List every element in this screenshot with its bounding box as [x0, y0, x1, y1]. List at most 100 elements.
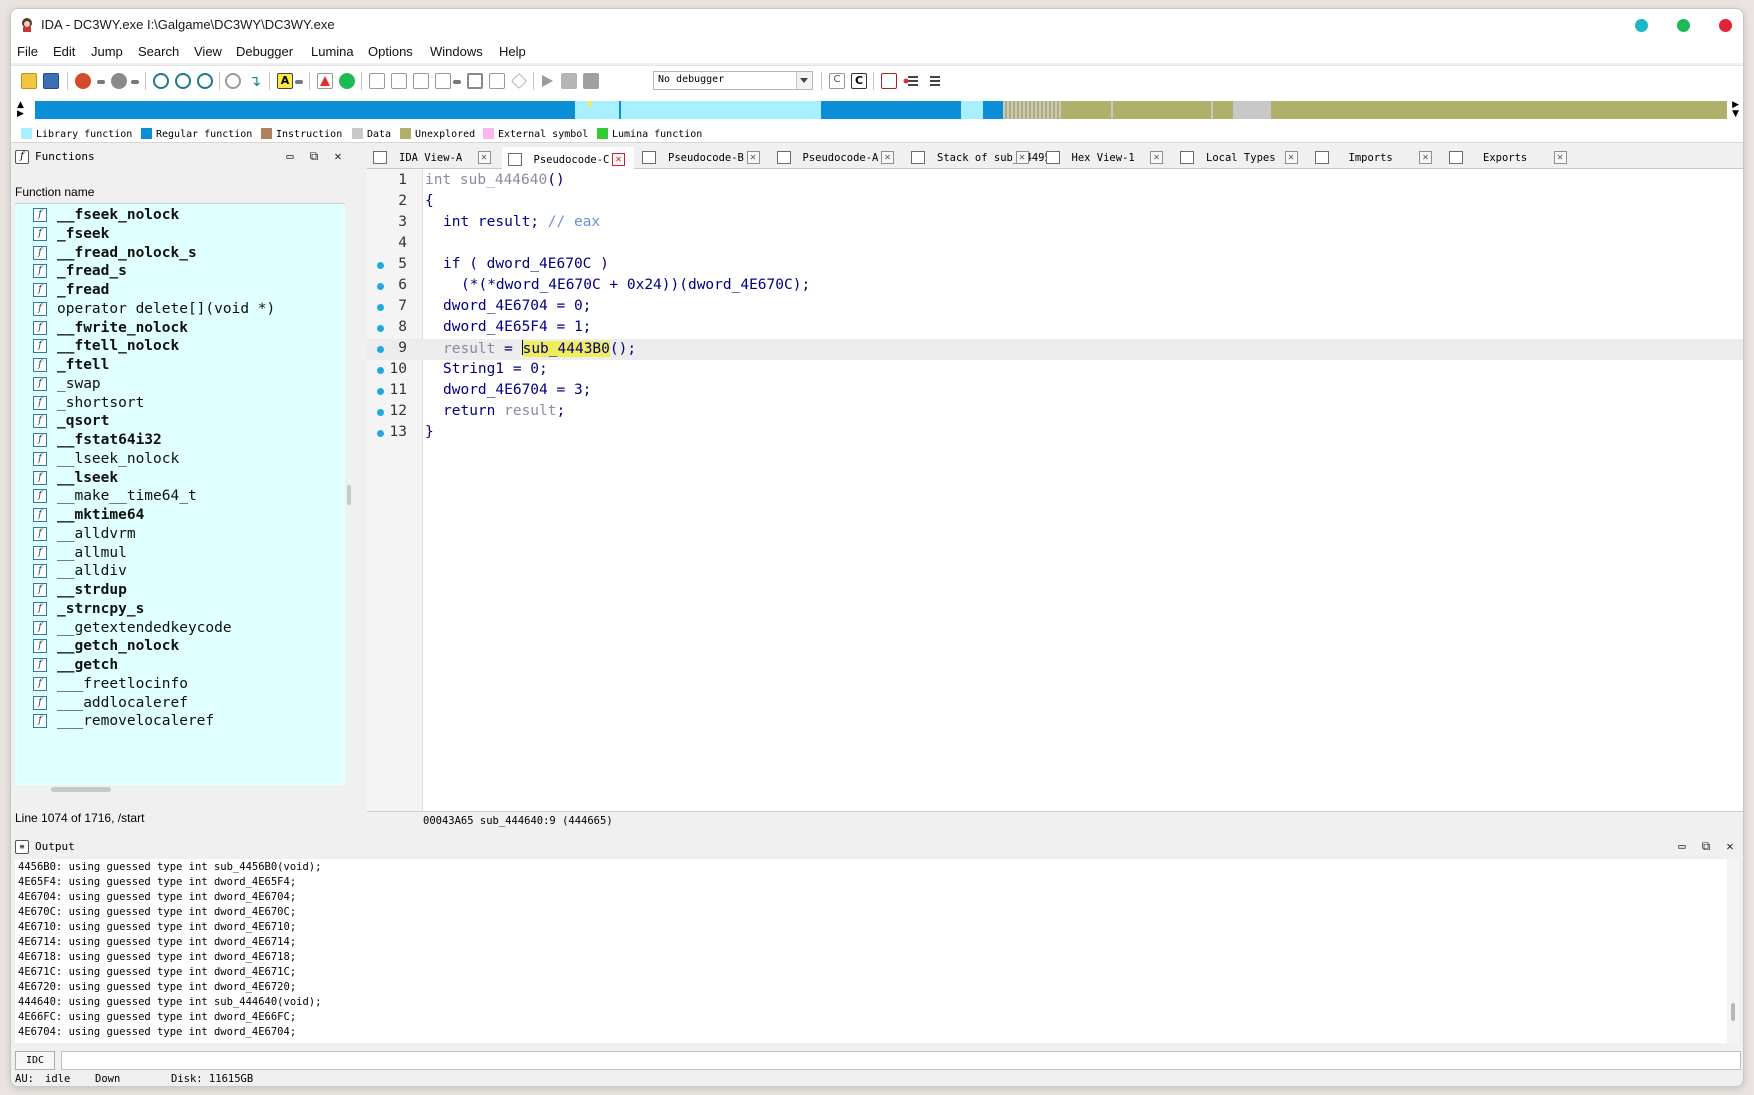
breakpoint-dot[interactable] [377, 304, 384, 311]
code-line[interactable]: 13 } [367, 423, 1743, 444]
save-icon[interactable] [43, 73, 59, 89]
decompile-icon[interactable]: C [851, 73, 867, 89]
breakpoint-dot[interactable] [377, 262, 384, 269]
breakpoint-dot[interactable] [377, 388, 384, 395]
breakpoint-dot[interactable] [377, 409, 384, 416]
highlighted-identifier[interactable]: sub_4443B0 [522, 341, 610, 357]
code-line[interactable]: 4 [367, 234, 1743, 255]
search-next-icon[interactable] [225, 73, 241, 89]
functions-list[interactable]: f __fseek_nolock f _fseek f __fread_nolock_s f… [15, 203, 345, 785]
tab-close-icon[interactable]: ✕ [1015, 151, 1029, 164]
list-array-icon[interactable] [413, 73, 429, 89]
list-dropdown-icon[interactable] [453, 80, 461, 84]
menu-options[interactable]: Options [368, 44, 413, 59]
menu-lumina[interactable]: Lumina [311, 44, 354, 59]
panel-maximize-icon[interactable]: ▭ [283, 149, 297, 163]
tab-local-types[interactable]: Local Types ✕ [1174, 147, 1307, 169]
tab-close-icon[interactable]: ✕ [612, 153, 625, 166]
hide-icon[interactable] [511, 73, 527, 89]
code-line[interactable]: 10 String1 = 0; [367, 360, 1743, 381]
code-line[interactable]: 1 int sub_444640() [367, 171, 1743, 192]
minimize-button[interactable] [1635, 19, 1648, 32]
function-name-column-header[interactable]: Function name [15, 185, 94, 199]
output-scrollbar[interactable] [1727, 859, 1739, 1043]
menu-jump[interactable]: Jump [91, 44, 123, 59]
list-struct-icon[interactable] [435, 73, 451, 89]
menu-edit[interactable]: Edit [53, 44, 75, 59]
menu-search[interactable]: Search [138, 44, 179, 59]
maximize-button[interactable] [1677, 19, 1690, 32]
add-breakpoint-icon[interactable] [903, 73, 919, 89]
list-data-icon[interactable] [391, 73, 407, 89]
code-line[interactable]: 7 dword_4E6704 = 0; [367, 297, 1743, 318]
tab-exports[interactable]: Exports ✕ [1443, 147, 1576, 169]
code-line[interactable]: 3 int result; // eax [367, 213, 1743, 234]
code-line[interactable]: 11 dword_4E6704 = 3; [367, 381, 1743, 402]
nav-left-arrow-icon[interactable]: ▲ ▶ [17, 101, 24, 119]
patch-icon[interactable] [489, 73, 505, 89]
functions-hscroll-thumb[interactable] [51, 787, 111, 792]
menu-view[interactable]: View [194, 44, 222, 59]
stop-debugger-icon[interactable] [583, 73, 599, 89]
panel-splitter[interactable] [355, 145, 367, 831]
list-code-icon[interactable] [369, 73, 385, 89]
tab-close-icon[interactable]: ✕ [746, 151, 760, 164]
search-text-icon[interactable] [153, 73, 169, 89]
breakpoint-list-icon[interactable] [881, 73, 897, 89]
output-scroll-thumb[interactable] [1731, 1003, 1735, 1021]
open-file-icon[interactable] [21, 73, 37, 89]
run-debugger-icon[interactable] [539, 73, 555, 89]
debugger-select[interactable]: No debugger [653, 71, 813, 90]
functions-vscroll-thumb[interactable] [347, 485, 351, 505]
debugger-options-icon[interactable]: C [829, 73, 845, 89]
breakpoint-dot[interactable] [377, 367, 384, 374]
font-highlight-dropdown-icon[interactable] [295, 80, 303, 84]
breakpoint-dot[interactable] [377, 346, 384, 353]
jump-back-icon[interactable] [75, 73, 91, 89]
search-binary-icon[interactable] [197, 73, 213, 89]
undefine-icon[interactable] [467, 73, 483, 89]
tab-close-icon[interactable]: ✕ [881, 151, 894, 164]
pause-debugger-icon[interactable] [561, 73, 577, 89]
tab-close-icon[interactable]: ✕ [477, 151, 491, 164]
function-name-token[interactable]: sub_444640 [460, 172, 547, 188]
menu-windows[interactable]: Windows [430, 44, 483, 59]
breakpoint-dot[interactable] [377, 325, 384, 332]
code-line[interactable]: 6 (*(*dword_4E670C + 0x24))(dword_4E670C… [367, 276, 1743, 297]
tab-pseudocode-c[interactable]: Pseudocode-C ✕ [501, 147, 634, 169]
cli-language-button[interactable]: IDC [15, 1051, 55, 1070]
menu-debugger[interactable]: Debugger [236, 44, 293, 59]
tab-close-icon[interactable]: ✕ [1150, 151, 1163, 164]
tab-close-icon[interactable]: ✕ [1553, 151, 1567, 164]
code-line[interactable]: 12 return result; [367, 402, 1743, 423]
panel-float-icon[interactable]: ⧉ [1699, 839, 1713, 853]
delete-breakpoint-icon[interactable] [925, 73, 941, 89]
graph-icon[interactable] [317, 73, 333, 89]
code-line[interactable]: 2 { [367, 192, 1743, 213]
menu-file[interactable]: File [17, 44, 38, 59]
tab-hex-view-1[interactable]: Hex View-1 ✕ [1040, 147, 1173, 169]
code-line[interactable]: 5 if ( dword_4E670C ) [367, 255, 1743, 276]
tab-imports[interactable]: Imports ✕ [1309, 147, 1442, 169]
function-list-item[interactable]: f ___removelocaleref [15, 711, 345, 732]
tab-close-icon[interactable]: ✕ [1284, 151, 1298, 164]
panel-maximize-icon[interactable]: ▭ [1675, 839, 1689, 853]
close-button[interactable] [1719, 19, 1732, 32]
panel-close-icon[interactable]: ✕ [331, 149, 345, 163]
search-immediate-icon[interactable] [175, 73, 191, 89]
code-line-current[interactable]: 9 result = sub_4443B0(); [367, 339, 1743, 360]
font-highlight-icon[interactable]: A [277, 73, 293, 89]
breakpoint-dot[interactable] [377, 283, 384, 290]
breakpoint-dot[interactable] [377, 430, 384, 437]
command-input[interactable] [61, 1051, 1741, 1070]
nav-right-arrow-icon[interactable]: ▶ ▼ [1732, 101, 1739, 119]
jump-forward-icon[interactable] [111, 73, 127, 89]
navigation-band[interactable]: ▲ ▶ ▶ ▼ [11, 95, 1743, 125]
panel-float-icon[interactable]: ⧉ [307, 149, 321, 163]
tab-ida-view-a[interactable]: IDA View-A ✕ [367, 147, 500, 169]
step-into-icon[interactable]: ↴ [247, 73, 263, 89]
jump-back-dropdown-icon[interactable] [97, 80, 105, 84]
output-log[interactable]: 4456B0: using guessed type int sub_4456B… [15, 859, 1727, 1043]
tab-pseudocode-a[interactable]: Pseudocode-A ✕ [771, 147, 904, 169]
code-line[interactable]: 8 dword_4E65F4 = 1; [367, 318, 1743, 339]
